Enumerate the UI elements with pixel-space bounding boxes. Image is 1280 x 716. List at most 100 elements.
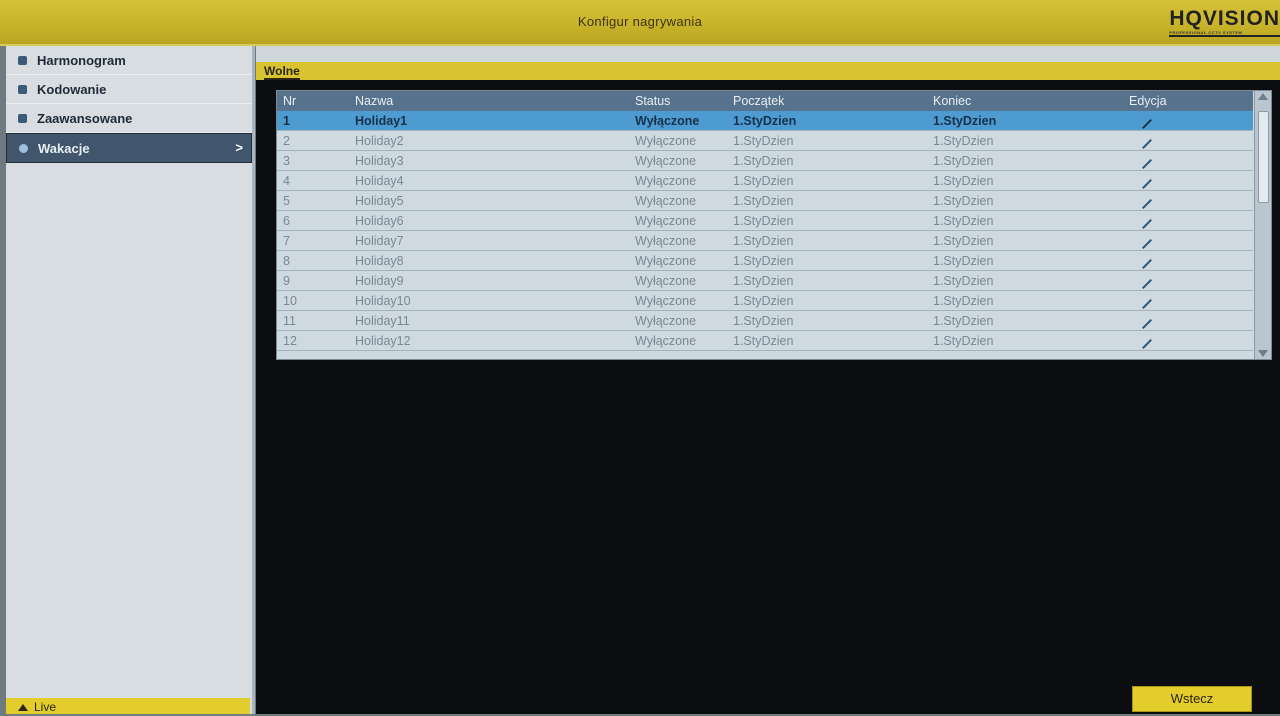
edit-icon[interactable]: [1142, 198, 1152, 209]
table-row[interactable]: 7 Holiday7 Wyłączone 1.StyDzien 1.StyDzien: [277, 230, 1253, 251]
table-row[interactable]: 10 Holiday10 Wyłączone 1.StyDzien 1.StyDzien: [277, 290, 1253, 311]
brand-logo: HQVISION PROFESSIONAL CCTV SYSTEM: [1169, 8, 1280, 37]
cell-nr: 1: [277, 111, 349, 131]
cell-edycja: [1123, 310, 1253, 331]
cell-status: Wyłączone: [629, 230, 727, 251]
cell-edycja: [1123, 190, 1253, 211]
brand-tagline: PROFESSIONAL CCTV SYSTEM: [1169, 30, 1243, 35]
scroll-thumb[interactable]: [1258, 111, 1269, 203]
edit-icon[interactable]: [1142, 338, 1152, 349]
cell-poczatek: 1.StyDzien: [727, 190, 927, 211]
gear-icon: [18, 84, 27, 94]
cell-koniec: 1.StyDzien: [927, 330, 1123, 351]
column-header-poczatek: Początek: [727, 91, 927, 111]
cell-nazwa: Holiday10: [349, 290, 629, 311]
cell-status: Wyłączone: [629, 290, 727, 311]
cell-edycja: [1123, 210, 1253, 231]
edit-icon[interactable]: [1142, 318, 1152, 329]
cell-nazwa: Holiday3: [349, 150, 629, 171]
edit-icon[interactable]: [1142, 218, 1152, 229]
sidebar-item-kodowanie[interactable]: Kodowanie: [6, 75, 252, 104]
cell-poczatek: 1.StyDzien: [727, 250, 927, 271]
cell-nazwa: Holiday4: [349, 170, 629, 191]
sidebar-item-label: Wakacje: [38, 140, 90, 156]
edit-icon[interactable]: [1142, 158, 1152, 169]
edit-icon[interactable]: [1142, 278, 1152, 289]
tab-bar: Wolne: [256, 62, 1280, 80]
title-bar: Konfigur nagrywania HQVISION PROFESSIONAL…: [0, 0, 1280, 46]
cell-status: Wyłączone: [629, 170, 727, 191]
cell-status: Wyłączone: [629, 270, 727, 291]
brand-name: HQVISION: [1169, 7, 1280, 30]
sidebar-item-wakacje[interactable]: Wakacje >: [6, 133, 252, 163]
edit-icon[interactable]: [1142, 138, 1152, 149]
cell-poczatek: 1.StyDzien: [727, 130, 927, 151]
scroll-down-icon[interactable]: [1258, 350, 1268, 357]
table-row[interactable]: 2 Holiday2 Wyłączone 1.StyDzien 1.StyDzien: [277, 130, 1253, 151]
cell-poczatek: 1.StyDzien: [727, 230, 927, 251]
cell-status: Wyłączone: [629, 150, 727, 171]
cell-nr: 6: [277, 210, 349, 231]
cell-status: Wyłączone: [629, 250, 727, 271]
edit-icon[interactable]: [1142, 238, 1152, 249]
edit-icon[interactable]: [1142, 298, 1152, 309]
cell-status: Wyłączone: [629, 310, 727, 331]
holiday-icon: [19, 143, 28, 153]
window-title: Konfigur nagrywania: [577, 14, 703, 29]
table-row[interactable]: 8 Holiday8 Wyłączone 1.StyDzien 1.StyDzien: [277, 250, 1253, 271]
cell-nr: 8: [277, 250, 349, 271]
cell-nazwa: Holiday1: [349, 111, 629, 131]
cell-status: Wyłączone: [629, 330, 727, 351]
cell-nr: 12: [277, 330, 349, 351]
table-scrollbar[interactable]: [1254, 91, 1271, 359]
cell-edycja: [1123, 330, 1253, 351]
table-row[interactable]: 6 Holiday6 Wyłączone 1.StyDzien 1.StyDzien: [277, 210, 1253, 231]
cell-nazwa: Holiday11: [349, 310, 629, 331]
edit-icon[interactable]: [1142, 118, 1152, 129]
cell-nr: 2: [277, 130, 349, 151]
holiday-table: Nr Nazwa Status Początek Koniec Edycja 1…: [276, 90, 1272, 360]
tab-wolne[interactable]: Wolne: [264, 64, 300, 80]
sidebar-item-label: Zaawansowane: [37, 110, 133, 126]
column-header-koniec: Koniec: [927, 91, 1123, 111]
live-button[interactable]: Live: [6, 698, 250, 714]
cell-koniec: 1.StyDzien: [927, 130, 1123, 151]
live-label: Live: [34, 700, 57, 714]
scroll-up-icon[interactable]: [1258, 93, 1268, 100]
cell-koniec: 1.StyDzien: [927, 290, 1123, 311]
cell-edycja: [1123, 130, 1253, 151]
cell-poczatek: 1.StyDzien: [727, 111, 927, 131]
sidebar-item-zaawansowane[interactable]: Zaawansowane: [6, 104, 252, 133]
table-row[interactable]: 11 Holiday11 Wyłączone 1.StyDzien 1.StyDzien: [277, 310, 1253, 331]
cell-nr: 4: [277, 170, 349, 191]
back-button[interactable]: Wstecz: [1132, 686, 1252, 712]
top-strip: [256, 46, 1280, 62]
table-row[interactable]: 9 Holiday9 Wyłączone 1.StyDzien 1.StyDzien: [277, 270, 1253, 291]
table-row[interactable]: 12 Holiday12 Wyłączone 1.StyDzien 1.StyDzien: [277, 330, 1253, 351]
calendar-icon: [18, 55, 27, 65]
cell-nazwa: Holiday7: [349, 230, 629, 251]
table-row[interactable]: 4 Holiday4 Wyłączone 1.StyDzien 1.StyDzien: [277, 170, 1253, 191]
cell-koniec: 1.StyDzien: [927, 150, 1123, 171]
edit-icon[interactable]: [1142, 178, 1152, 189]
column-header-nazwa: Nazwa: [349, 91, 629, 111]
table-row[interactable]: 5 Holiday5 Wyłączone 1.StyDzien 1.StyDzien: [277, 190, 1253, 211]
cell-koniec: 1.StyDzien: [927, 190, 1123, 211]
edit-icon[interactable]: [1142, 258, 1152, 269]
cell-status: Wyłączone: [629, 111, 727, 131]
cell-edycja: [1123, 270, 1253, 291]
gears-icon: [18, 113, 27, 123]
cell-edycja: [1123, 250, 1253, 271]
table-row[interactable]: 1 Holiday1 Wyłączone 1.StyDzien 1.StyDzien: [277, 111, 1253, 131]
column-header-status: Status: [629, 91, 727, 111]
cell-poczatek: 1.StyDzien: [727, 210, 927, 231]
table-row[interactable]: 3 Holiday3 Wyłączone 1.StyDzien 1.StyDzien: [277, 150, 1253, 171]
cell-poczatek: 1.StyDzien: [727, 170, 927, 191]
sidebar-item-harmonogram[interactable]: Harmonogram: [6, 46, 252, 75]
cell-nazwa: Holiday6: [349, 210, 629, 231]
sidebar-item-label: Harmonogram: [37, 52, 126, 68]
cell-poczatek: 1.StyDzien: [727, 270, 927, 291]
cell-poczatek: 1.StyDzien: [727, 310, 927, 331]
cell-edycja: [1123, 290, 1253, 311]
cell-nazwa: Holiday8: [349, 250, 629, 271]
